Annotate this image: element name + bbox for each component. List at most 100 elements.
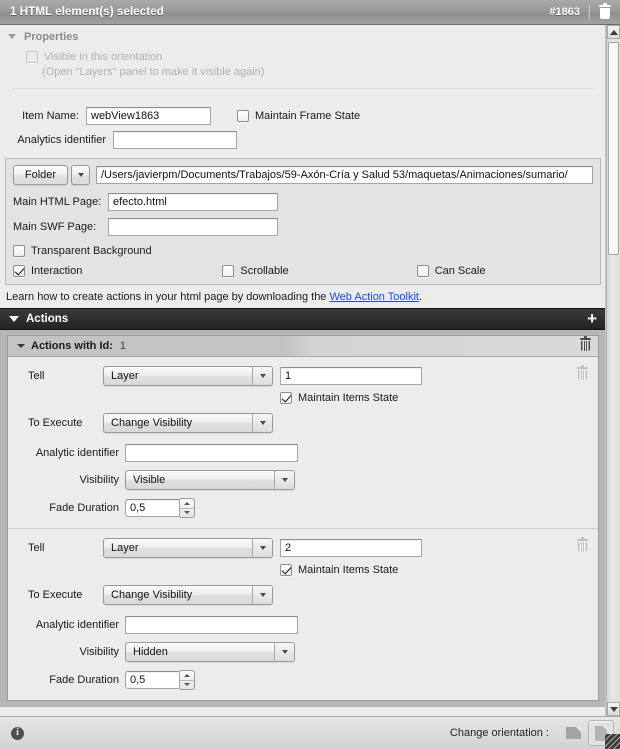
chevron-down-icon bbox=[9, 316, 19, 322]
fade-duration-label: Fade Duration bbox=[49, 674, 119, 686]
landscape-page-icon bbox=[565, 727, 581, 739]
to-execute-label: To Execute bbox=[28, 417, 83, 429]
scrollbar-thumb[interactable] bbox=[608, 42, 619, 255]
to-execute-value: Change Visibility bbox=[111, 417, 193, 429]
to-execute-value: Change Visibility bbox=[111, 589, 193, 601]
to-execute-select[interactable]: Change Visibility bbox=[103, 585, 273, 605]
maintain-items-state-checkbox[interactable] bbox=[280, 564, 292, 576]
can-scale-checkbox[interactable] bbox=[416, 265, 429, 277]
visible-in-orientation-row[interactable]: Visible in this orientation bbox=[26, 51, 600, 63]
element-id-label: #1863 bbox=[549, 6, 580, 18]
folder-path-input[interactable] bbox=[96, 166, 593, 184]
analytic-identifier-input[interactable] bbox=[125, 444, 298, 462]
tell-type-select[interactable]: Layer bbox=[103, 538, 273, 558]
delete-action-button[interactable] bbox=[577, 537, 588, 555]
main-html-page-row: Main HTML Page: bbox=[13, 193, 593, 211]
learn-text-after: . bbox=[418, 291, 423, 303]
tell-target-input[interactable] bbox=[280, 539, 422, 557]
action-row: Tell Layer Maintain Items State To Execu… bbox=[8, 357, 598, 528]
learn-text-before: Learn how to create actions in your html… bbox=[6, 291, 330, 303]
delete-action-button[interactable] bbox=[577, 365, 588, 383]
resize-grip[interactable] bbox=[605, 734, 620, 749]
fade-duration-stepper[interactable] bbox=[180, 670, 195, 690]
scrollable-label: Scrollable bbox=[240, 265, 289, 277]
analytics-identifier-row: Analytics identifier bbox=[6, 131, 600, 149]
orientation-landscape-button[interactable] bbox=[560, 720, 586, 746]
chevron-down-icon bbox=[274, 471, 294, 489]
orientation-controls: Change orientation : bbox=[450, 720, 620, 746]
transparent-background-checkbox[interactable] bbox=[13, 245, 25, 257]
actions-with-id-header[interactable]: Actions with Id: 1 bbox=[8, 336, 598, 357]
fade-duration-row: Fade Duration bbox=[8, 498, 598, 518]
fade-duration-input[interactable] bbox=[125, 671, 180, 689]
properties-section-header[interactable]: Properties bbox=[0, 25, 606, 48]
actions-section-header[interactable]: Actions + bbox=[0, 308, 606, 330]
tell-target-input[interactable] bbox=[280, 367, 422, 385]
visibility-label: Visibility bbox=[79, 474, 119, 486]
scroll-up-button[interactable] bbox=[607, 25, 620, 39]
item-name-input[interactable] bbox=[86, 107, 211, 125]
actions-group-container: Actions with Id: 1 Tell Layer 1 Maintain… bbox=[0, 330, 606, 707]
stepper-up-button[interactable] bbox=[180, 671, 194, 681]
delete-action-group-button[interactable] bbox=[580, 336, 591, 354]
fade-duration-label: Fade Duration bbox=[49, 502, 119, 514]
fade-duration-stepper[interactable] bbox=[180, 498, 195, 518]
fade-duration-input[interactable] bbox=[125, 499, 180, 517]
to-execute-select[interactable]: Change Visibility bbox=[103, 413, 273, 433]
fade-duration-row: Fade Duration bbox=[8, 670, 598, 690]
visible-in-orientation-checkbox[interactable] bbox=[26, 51, 38, 63]
maintain-items-state-checkbox[interactable] bbox=[280, 392, 292, 404]
html-source-groupbox: Folder Main HTML Page: Main SWF Page: Tr… bbox=[5, 158, 601, 285]
scrollable-checkbox[interactable] bbox=[222, 265, 235, 277]
trash-icon bbox=[599, 3, 611, 19]
folder-button[interactable]: Folder bbox=[13, 165, 68, 185]
transparent-background-label: Transparent Background bbox=[31, 245, 152, 257]
analytic-identifier-row: Analytic identifier bbox=[8, 444, 598, 462]
analytic-identifier-label: Analytic identifier bbox=[35, 447, 119, 459]
maintain-items-state-row[interactable]: Maintain Items State bbox=[280, 564, 598, 576]
chevron-down-icon bbox=[252, 539, 272, 557]
chevron-down-icon bbox=[8, 34, 16, 39]
tell-type-select[interactable]: Layer bbox=[103, 366, 273, 386]
main-swf-page-row: Main SWF Page: bbox=[13, 218, 593, 236]
interaction-checkbox[interactable] bbox=[13, 265, 25, 277]
selection-titlebar: 1 HTML element(s) selected #1863 bbox=[0, 0, 620, 25]
main-html-page-label: Main HTML Page: bbox=[13, 196, 102, 208]
vertical-scrollbar[interactable] bbox=[606, 25, 620, 716]
folder-dropdown-button[interactable] bbox=[71, 165, 90, 185]
properties-divider bbox=[12, 88, 594, 89]
tell-row: Tell Layer bbox=[8, 366, 598, 386]
chevron-down-icon bbox=[274, 643, 294, 661]
to-execute-row: To Execute Change Visibility bbox=[8, 585, 598, 605]
status-bar: i Change orientation : bbox=[0, 716, 620, 749]
visibility-select[interactable]: Visible bbox=[125, 470, 295, 490]
web-action-toolkit-link[interactable]: Web Action Toolkit bbox=[329, 291, 418, 303]
analytic-identifier-input[interactable] bbox=[125, 616, 298, 634]
main-swf-page-input[interactable] bbox=[108, 218, 278, 236]
analytics-identifier-input[interactable] bbox=[113, 131, 237, 149]
delete-element-button[interactable] bbox=[590, 0, 620, 25]
visibility-label: Visibility bbox=[79, 646, 119, 658]
visibility-select[interactable]: Hidden bbox=[125, 642, 295, 662]
stepper-up-button[interactable] bbox=[180, 499, 194, 509]
transparent-background-row[interactable]: Transparent Background bbox=[13, 245, 593, 257]
stepper-down-button[interactable] bbox=[180, 509, 194, 518]
maintain-items-state-row[interactable]: Maintain Items State bbox=[280, 392, 598, 404]
actions-with-id-title: Actions with Id: bbox=[31, 340, 113, 352]
main-html-page-input[interactable] bbox=[108, 193, 278, 211]
maintain-frame-state-checkbox[interactable] bbox=[237, 110, 249, 122]
visibility-row: Visibility Hidden bbox=[8, 642, 598, 662]
add-action-button[interactable]: + bbox=[587, 310, 597, 327]
scroll-down-button[interactable] bbox=[607, 702, 620, 716]
flags-row: Interaction Scrollable Can Scale bbox=[13, 265, 593, 277]
trash-icon bbox=[577, 537, 588, 552]
actions-section-label: Actions bbox=[26, 313, 69, 325]
info-icon[interactable]: i bbox=[11, 726, 24, 740]
visible-in-orientation-label: Visible in this orientation bbox=[44, 51, 163, 63]
stepper-down-button[interactable] bbox=[180, 681, 194, 690]
triangle-down-icon bbox=[609, 706, 618, 712]
change-orientation-label: Change orientation : bbox=[449, 727, 549, 739]
properties-scroll-area[interactable]: Properties Visible in this orientation (… bbox=[0, 25, 606, 716]
chevron-down-icon bbox=[184, 511, 190, 515]
item-name-row: Item Name: Maintain Frame State bbox=[6, 107, 600, 125]
